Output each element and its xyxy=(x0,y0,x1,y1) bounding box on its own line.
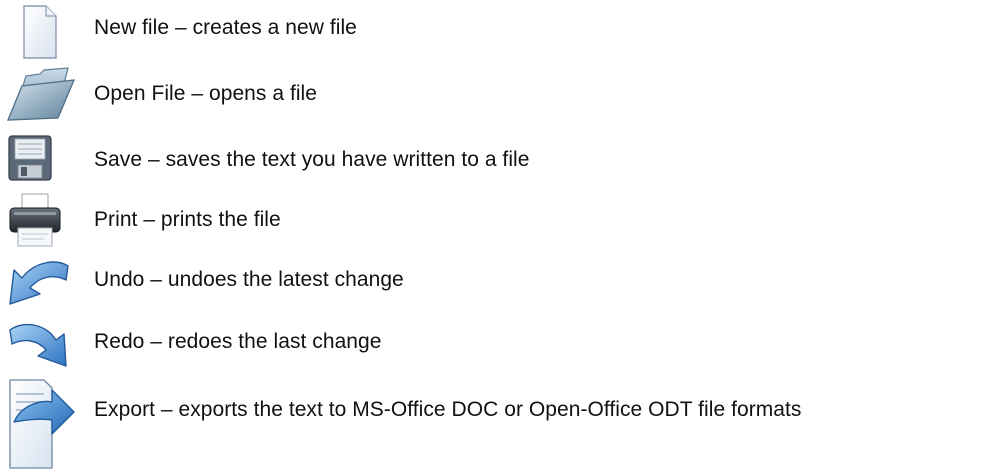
legend-row-new-file: New file – creates a new file xyxy=(0,2,997,62)
export-document-icon xyxy=(4,372,76,472)
open-folder-icon xyxy=(4,64,76,124)
legend-row-save: Save – saves the text you have written t… xyxy=(0,128,997,188)
legend-label-export: Export – exports the text to MS-Office D… xyxy=(94,398,802,421)
legend-label-redo: Redo – redoes the last change xyxy=(94,330,382,353)
legend-row-print: Print – prints the file xyxy=(0,190,997,250)
redo-arrow-icon xyxy=(4,312,76,372)
floppy-disk-icon xyxy=(4,128,76,188)
new-file-icon xyxy=(4,2,76,62)
legend-row-open-file: Open File – opens a file xyxy=(0,64,997,124)
legend-row-redo: Redo – redoes the last change xyxy=(0,312,997,372)
printer-icon xyxy=(4,190,76,250)
undo-arrow-icon xyxy=(4,252,76,312)
toolbar-legend-list: New file – creates a new file Open File … xyxy=(0,0,997,475)
legend-label-print: Print – prints the file xyxy=(94,208,281,231)
legend-row-export: Export – exports the text to MS-Office D… xyxy=(0,372,997,469)
legend-label-undo: Undo – undoes the latest change xyxy=(94,268,404,291)
legend-row-undo: Undo – undoes the latest change xyxy=(0,252,997,312)
legend-label-open-file: Open File – opens a file xyxy=(94,82,318,105)
legend-label-save: Save – saves the text you have written t… xyxy=(94,148,530,171)
legend-label-new-file: New file – creates a new file xyxy=(94,16,357,39)
